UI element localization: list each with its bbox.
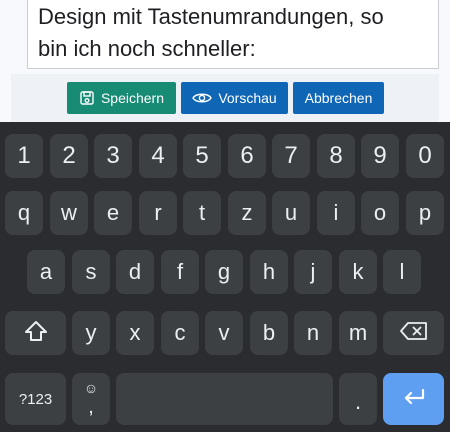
key-8[interactable]: 8 [317, 134, 355, 178]
backspace-icon [399, 321, 428, 346]
period-key[interactable]: . [339, 373, 377, 425]
key-i[interactable]: i [317, 191, 355, 235]
on-screen-keyboard: 1 2 3 4 5 6 7 8 9 0 q w e r t z u i o p … [0, 122, 450, 432]
key-s[interactable]: s [72, 250, 110, 294]
key-e[interactable]: e [94, 191, 132, 235]
key-w[interactable]: w [50, 191, 88, 235]
shift-key[interactable] [5, 311, 66, 355]
key-p[interactable]: p [406, 191, 444, 235]
save-button[interactable]: Speichern [67, 82, 176, 114]
key-d[interactable]: d [116, 250, 154, 294]
key-9[interactable]: 9 [361, 134, 399, 178]
key-f[interactable]: f [161, 250, 199, 294]
key-k[interactable]: k [339, 250, 377, 294]
key-c[interactable]: c [161, 311, 199, 355]
key-x[interactable]: x [116, 311, 154, 355]
editor-area: Design mit Tastenumrandungen, so bin ich… [0, 0, 450, 122]
key-g[interactable]: g [205, 250, 243, 294]
key-v[interactable]: v [205, 311, 243, 355]
key-b[interactable]: b [250, 311, 288, 355]
key-3[interactable]: 3 [94, 134, 132, 178]
backspace-key[interactable] [383, 311, 444, 355]
key-j[interactable]: j [294, 250, 332, 294]
editor-line: bin ich noch schneller: [38, 36, 256, 61]
enter-key[interactable] [383, 373, 444, 425]
preview-button-label: Vorschau [218, 90, 277, 106]
emoji-comma-key[interactable]: ☺ , [72, 373, 110, 425]
text-editor[interactable]: Design mit Tastenumrandungen, so bin ich… [27, 0, 439, 69]
key-h[interactable]: h [250, 250, 288, 294]
key-t[interactable]: t [183, 191, 221, 235]
key-u[interactable]: u [272, 191, 310, 235]
key-z[interactable]: z [228, 191, 266, 235]
key-1[interactable]: 1 [5, 134, 43, 178]
key-5[interactable]: 5 [183, 134, 221, 178]
space-bar[interactable] [116, 373, 333, 425]
cancel-button[interactable]: Abbrechen [293, 82, 384, 114]
editor-line: Design mit Tastenumrandungen, so [38, 4, 384, 29]
enter-icon [401, 387, 427, 412]
action-bar: Speichern Vorschau Abbrechen [11, 74, 439, 122]
key-4[interactable]: 4 [139, 134, 177, 178]
key-r[interactable]: r [139, 191, 177, 235]
emoji-icon: ☺ [83, 380, 99, 396]
key-y[interactable]: y [72, 311, 110, 355]
save-icon [79, 90, 95, 106]
key-l[interactable]: l [383, 250, 421, 294]
symbols-key[interactable]: ?123 [5, 373, 66, 425]
comma-label: , [88, 396, 94, 418]
key-m[interactable]: m [339, 311, 377, 355]
save-button-label: Speichern [100, 90, 165, 106]
cancel-button-label: Abbrechen [304, 90, 373, 106]
key-0[interactable]: 0 [406, 134, 444, 178]
key-6[interactable]: 6 [228, 134, 266, 178]
key-q[interactable]: q [5, 191, 43, 235]
preview-button[interactable]: Vorschau [181, 82, 288, 114]
eye-icon [192, 91, 213, 105]
key-7[interactable]: 7 [272, 134, 310, 178]
key-o[interactable]: o [361, 191, 399, 235]
key-2[interactable]: 2 [50, 134, 88, 178]
shift-icon [23, 319, 49, 348]
key-n[interactable]: n [294, 311, 332, 355]
key-a[interactable]: a [27, 250, 65, 294]
